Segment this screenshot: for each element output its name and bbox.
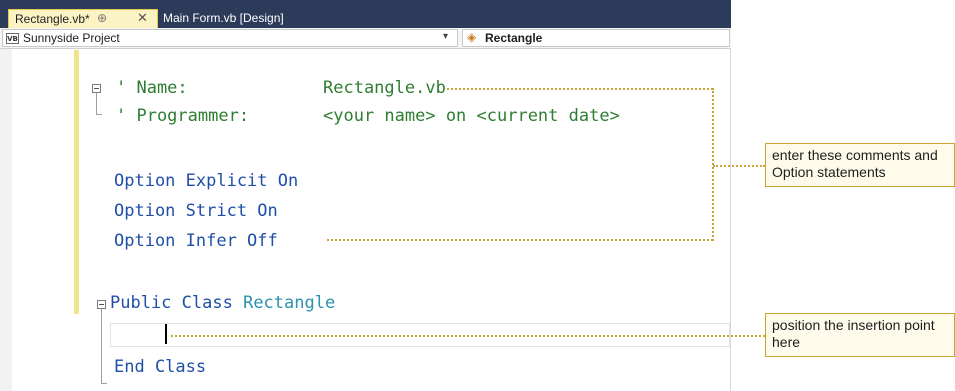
close-icon[interactable]: ✕ xyxy=(137,11,148,26)
insertion-caret xyxy=(165,324,167,344)
comment-name-label: ' Name: xyxy=(116,78,188,98)
tab-main-form-design[interactable]: Main Form.vb [Design] xyxy=(159,9,309,28)
change-bar xyxy=(74,50,79,314)
member-dropdown[interactable]: ◈ Rectangle xyxy=(462,29,730,47)
collapse-icon[interactable] xyxy=(92,84,101,93)
callout-leader xyxy=(713,165,765,167)
code-line-end-class: End Class xyxy=(114,357,207,377)
pin-icon[interactable]: ⊕ xyxy=(97,11,107,25)
callout-insertion-point: position the insertion point here xyxy=(765,313,955,357)
code-line-option-explicit: Option Explicit On xyxy=(114,171,299,191)
code-line-class-declaration: Public Class Rectangle xyxy=(110,291,335,315)
member-dropdown-label: Rectangle xyxy=(485,31,543,45)
comment-name-value: Rectangle.vb xyxy=(323,78,446,98)
code-line-name: ' Name: xyxy=(116,76,188,100)
chevron-down-icon[interactable]: ▾ xyxy=(443,31,448,42)
callout-text: position the insertion point here xyxy=(772,317,935,350)
project-dropdown-label: Sunnyside Project xyxy=(23,31,120,45)
navigation-bar: VB Sunnyside Project ▾ ◈ Rectangle xyxy=(0,28,731,49)
tab-label: Rectangle.vb* xyxy=(15,12,90,26)
callout-text: enter these comments and Option statemen… xyxy=(772,147,938,180)
outline-line xyxy=(101,309,102,384)
code-line-name-value: Rectangle.vb xyxy=(323,76,446,100)
code-line-programmer: ' Programmer: xyxy=(116,104,249,128)
comment-programmer-value: <your name> on <current date> xyxy=(323,106,620,126)
class-name: Rectangle xyxy=(243,293,336,313)
collapse-icon[interactable] xyxy=(97,300,106,309)
callout-leader xyxy=(327,239,713,241)
document-tab-strip: Rectangle.vb* ⊕ ✕ Main Form.vb [Design] xyxy=(0,0,731,28)
code-line-programmer-value: <your name> on <current date> xyxy=(323,104,620,128)
code-line-option-infer: Option Infer Off xyxy=(114,231,278,251)
code-line-option-strict: Option Strict On xyxy=(114,201,278,221)
vb-project-icon: VB xyxy=(6,33,19,44)
keyword-public-class: Public Class xyxy=(110,293,233,313)
tab-rectangle-vb[interactable]: Rectangle.vb* ⊕ ✕ xyxy=(8,9,158,28)
class-icon: ◈ xyxy=(467,30,477,44)
callout-leader xyxy=(171,335,765,337)
callout-enter-comments: enter these comments and Option statemen… xyxy=(765,143,955,187)
editor-margin xyxy=(0,49,12,391)
tab-label: Main Form.vb [Design] xyxy=(163,11,284,25)
comment-programmer-label: ' Programmer: xyxy=(116,106,250,126)
callout-leader xyxy=(447,88,713,90)
outline-line xyxy=(96,93,97,115)
project-dropdown[interactable]: VB Sunnyside Project ▾ xyxy=(2,29,458,47)
